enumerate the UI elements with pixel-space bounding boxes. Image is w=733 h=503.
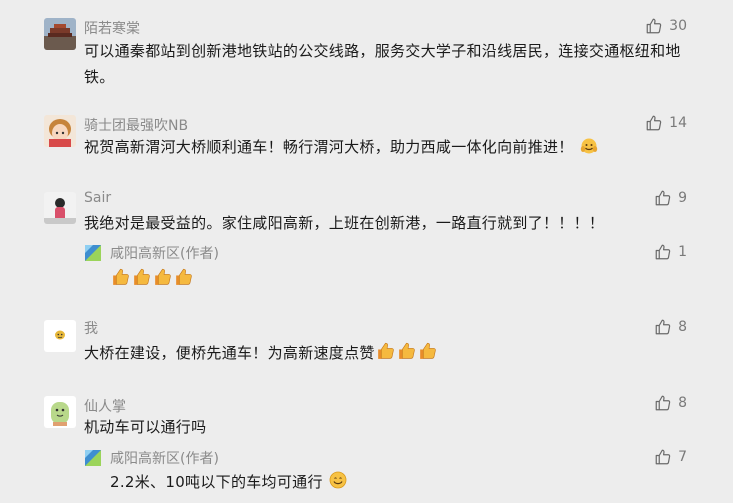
comment-text-content: 大桥在建设，便桥先通车！为高新速度点赞 <box>84 344 375 362</box>
cheering-emoji <box>579 135 599 163</box>
thumbs-up-emoji <box>375 340 396 369</box>
thumb-up-outline-icon <box>654 318 672 336</box>
comment-text: 祝贺高新渭河大桥顺利通车！畅行渭河大桥，助力西咸一体化向前推进！ <box>84 134 692 163</box>
thumb-up-outline-icon <box>645 114 663 132</box>
reply-text: 2.2米、10吨以下的车均可通行 <box>110 470 348 494</box>
avatar[interactable] <box>44 18 76 50</box>
comment-text-content: 祝贺高新渭河大桥顺利通车！畅行渭河大桥，助力西咸一体化向前推进！ <box>84 138 574 156</box>
reply-author-name[interactable]: 咸阳高新区(作者) <box>110 448 219 468</box>
thumbs-up-emoji <box>417 340 438 369</box>
thumbs-up-emoji <box>110 266 131 291</box>
thumb-up-outline-icon <box>654 189 672 207</box>
like-count: 9 <box>678 190 687 206</box>
reply-like-button[interactable]: 1 <box>654 243 687 261</box>
reply-emoji-row <box>110 266 194 291</box>
smile-emoji <box>328 470 348 494</box>
comment-text: 我绝对是最受益的。家住咸阳高新，上班在创新港，一路直行就到了！！！！ <box>84 214 605 232</box>
like-button[interactable]: 14 <box>645 114 687 132</box>
author-badge-icon <box>85 450 101 466</box>
thumbs-up-emoji <box>396 340 417 369</box>
reply-author-name[interactable]: 咸阳高新区(作者) <box>110 243 219 263</box>
like-button[interactable]: 8 <box>654 318 687 336</box>
comment-text: 可以通秦都站到创新港地铁站的公交线路，服务交大学子和沿线居民，连接交通枢纽和地铁… <box>84 42 681 86</box>
commenter-name[interactable]: Sair <box>84 190 111 206</box>
commenter-name[interactable]: 陌若寒棠 <box>84 18 140 38</box>
like-button[interactable]: 9 <box>654 189 687 207</box>
commenter-name[interactable]: 仙人掌 <box>84 396 126 416</box>
like-count: 8 <box>678 319 687 335</box>
like-count: 8 <box>678 395 687 411</box>
like-count: 30 <box>669 18 687 34</box>
thumbs-up-emoji <box>131 266 152 291</box>
thumb-up-outline-icon <box>654 243 672 261</box>
thumb-up-outline-icon <box>654 394 672 412</box>
thumbs-up-emoji <box>152 266 173 291</box>
avatar[interactable] <box>44 320 76 352</box>
like-button[interactable]: 8 <box>654 394 687 412</box>
avatar[interactable] <box>44 192 76 224</box>
like-count: 1 <box>678 244 687 260</box>
commenter-name[interactable]: 骑士团最强吹NB <box>84 115 188 135</box>
reply-like-button[interactable]: 7 <box>654 448 687 466</box>
author-badge-icon <box>85 245 101 261</box>
commenter-name[interactable]: 我 <box>84 318 98 338</box>
like-count: 7 <box>678 449 687 465</box>
reply-text-content: 2.2米、10吨以下的车均可通行 <box>110 473 323 491</box>
like-count: 14 <box>669 115 687 131</box>
avatar[interactable] <box>44 396 76 428</box>
avatar[interactable] <box>44 115 76 147</box>
thumbs-up-emoji <box>173 266 194 291</box>
thumb-up-outline-icon <box>645 17 663 35</box>
comment-text: 机动车可以通行吗 <box>84 418 207 436</box>
thumb-up-outline-icon <box>654 448 672 466</box>
like-button[interactable]: 30 <box>645 17 687 35</box>
comment-text: 大桥在建设，便桥先通车！为高新速度点赞 <box>84 340 692 369</box>
